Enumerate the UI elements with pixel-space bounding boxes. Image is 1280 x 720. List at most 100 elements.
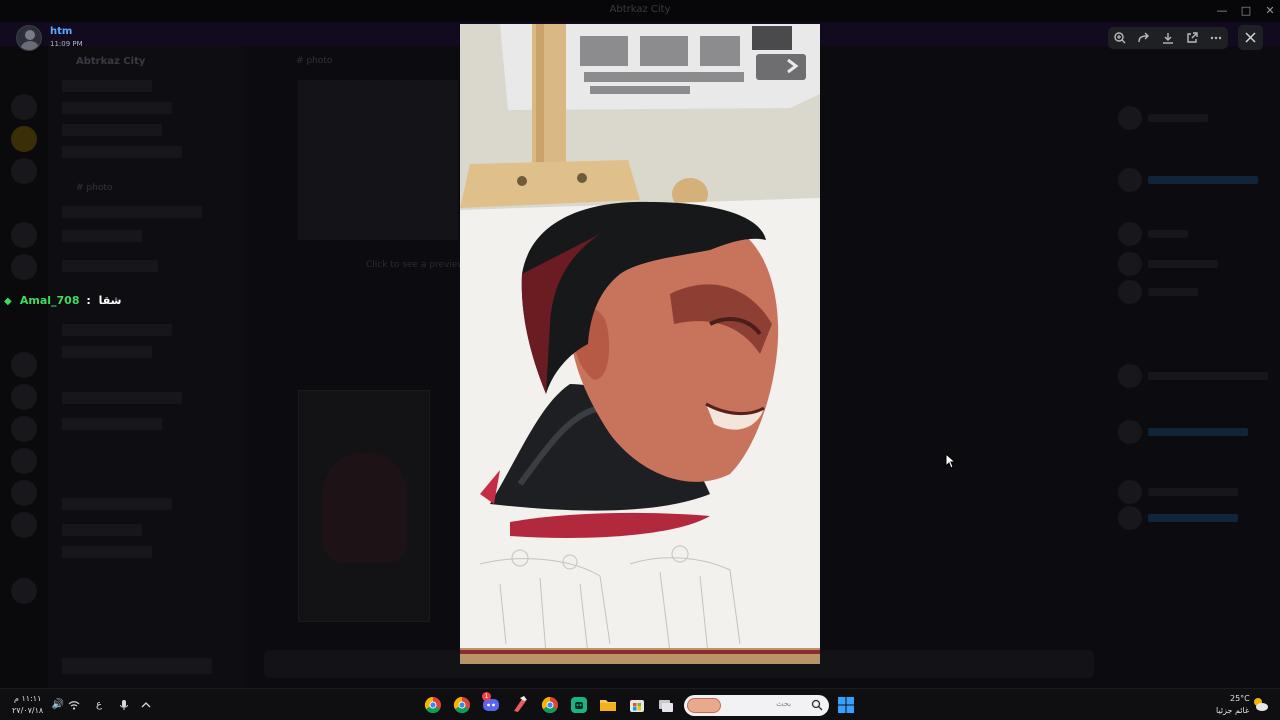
overlay-chat-separator: : (86, 294, 91, 307)
search-icon (811, 699, 823, 711)
chrome-icon[interactable] (423, 695, 443, 715)
weather-temperature[interactable]: 25°C (1230, 694, 1250, 703)
channel-item[interactable] (62, 260, 158, 272)
zoom-in-icon[interactable] (1112, 30, 1128, 46)
channel-item[interactable] (62, 392, 182, 404)
member-avatar[interactable] (1118, 506, 1142, 530)
avatar[interactable] (16, 25, 42, 51)
channel-item[interactable] (62, 80, 152, 92)
server-icon[interactable] (11, 480, 37, 506)
taskbar-search-input[interactable]: بحث (684, 695, 829, 716)
download-icon[interactable] (1160, 30, 1176, 46)
server-icon[interactable] (11, 94, 37, 120)
taskbar-clock-time[interactable]: ١١:١١ م (14, 694, 41, 703)
member-name[interactable] (1148, 176, 1258, 184)
window-close-icon[interactable]: ✕ (1262, 3, 1278, 19)
language-indicator[interactable]: ع (92, 698, 106, 712)
wifi-icon[interactable] (67, 698, 81, 712)
chat-image[interactable] (298, 80, 458, 240)
member-avatar[interactable] (1118, 168, 1142, 192)
member-name[interactable] (1148, 114, 1208, 122)
server-icon[interactable] (11, 448, 37, 474)
file-explorer-icon[interactable] (598, 695, 618, 715)
chat-image[interactable] (298, 390, 430, 622)
channel-item[interactable] (62, 146, 182, 158)
member-name[interactable] (1148, 488, 1238, 496)
server-icon[interactable] (11, 512, 37, 538)
member-avatar[interactable] (1118, 222, 1142, 246)
store-icon[interactable] (627, 695, 647, 715)
search-placeholder: بحث (776, 699, 792, 708)
member-avatar[interactable] (1118, 106, 1142, 130)
channel-item[interactable] (62, 346, 152, 358)
channel-item[interactable] (62, 546, 152, 558)
window-title: Abtrkaz City (609, 4, 671, 15)
avatar-body-shape (20, 41, 40, 50)
channel-item[interactable] (62, 324, 172, 336)
server-icon[interactable] (11, 352, 37, 378)
channel-item[interactable] (62, 524, 142, 536)
server-icon[interactable] (11, 158, 37, 184)
android-app-icon[interactable] (569, 695, 589, 715)
member-avatar[interactable] (1118, 280, 1142, 304)
channel-item[interactable] (62, 124, 162, 136)
brush-app-icon[interactable] (510, 695, 530, 715)
window-titlebar: Abtrkaz City — □ ✕ (0, 0, 1280, 22)
member-name[interactable] (1148, 372, 1268, 380)
chat-header-title: # photo (296, 56, 333, 66)
painting-photo (460, 24, 820, 664)
volume-icon[interactable]: 🔊 (51, 698, 65, 712)
server-icon[interactable] (11, 578, 37, 604)
server-icon[interactable] (11, 416, 37, 442)
member-avatar[interactable] (1118, 252, 1142, 276)
member-avatar[interactable] (1118, 480, 1142, 504)
discord-icon[interactable]: 1 (481, 692, 501, 715)
member-name[interactable] (1148, 288, 1198, 296)
channel-item[interactable] (62, 230, 142, 242)
channel-item-photo[interactable]: # photo (76, 183, 112, 193)
weather-description[interactable]: غائم جزئيا (1216, 706, 1249, 715)
kick-icon: ◆ (4, 296, 12, 307)
forward-icon[interactable] (1136, 30, 1152, 46)
partly-cloudy-icon[interactable] (1251, 696, 1269, 712)
server-icon[interactable] (11, 384, 37, 410)
chrome-icon[interactable] (540, 695, 560, 715)
taskbar-clock-date[interactable]: ٢٧/٠٧/١٨ (12, 706, 43, 715)
member-name[interactable] (1148, 514, 1238, 522)
member-list (1110, 46, 1280, 688)
start-menu-icon[interactable] (837, 696, 855, 714)
minimize-icon[interactable]: — (1214, 3, 1230, 19)
member-name[interactable] (1148, 230, 1188, 238)
microphone-icon[interactable] (117, 698, 131, 712)
channel-item[interactable] (62, 102, 172, 114)
preview-hint: Click to see a preview (366, 260, 465, 270)
channel-item[interactable] (62, 418, 162, 430)
search-highlight-icon (687, 698, 721, 713)
chrome-icon[interactable] (452, 695, 472, 715)
taskbar: ١١:١١ م ٢٧/٠٧/١٨ 🔊 ع 1 بحث 25°C غائم جزئ… (0, 688, 1280, 720)
maximize-icon[interactable]: □ (1238, 3, 1254, 19)
server-icon[interactable] (11, 126, 37, 152)
open-external-icon[interactable] (1184, 30, 1200, 46)
member-name[interactable] (1148, 428, 1248, 436)
chevron-up-icon[interactable] (139, 698, 153, 712)
member-name[interactable] (1148, 260, 1218, 268)
server-icon[interactable] (11, 222, 37, 248)
user-panel[interactable] (62, 658, 212, 674)
overlay-chat-message: ◆ Amal_708 : شقا (4, 294, 121, 308)
server-name[interactable]: Abtrkaz City (76, 56, 145, 67)
channel-list: Abtrkaz City # photo (48, 46, 244, 688)
author-username[interactable]: htm (50, 26, 72, 37)
expanded-image[interactable] (460, 24, 820, 664)
image-author: htm 11:09 PM (16, 25, 156, 51)
discord-notification-badge: 1 (482, 692, 491, 701)
overlay-chat-username: Amal_708 (19, 294, 80, 307)
member-avatar[interactable] (1118, 420, 1142, 444)
more-icon[interactable] (1208, 30, 1224, 46)
member-avatar[interactable] (1118, 364, 1142, 388)
channel-item[interactable] (62, 206, 202, 218)
server-icon[interactable] (11, 254, 37, 280)
close-icon[interactable] (1238, 25, 1263, 50)
channel-item[interactable] (62, 498, 172, 510)
task-view-icon[interactable] (656, 695, 676, 715)
